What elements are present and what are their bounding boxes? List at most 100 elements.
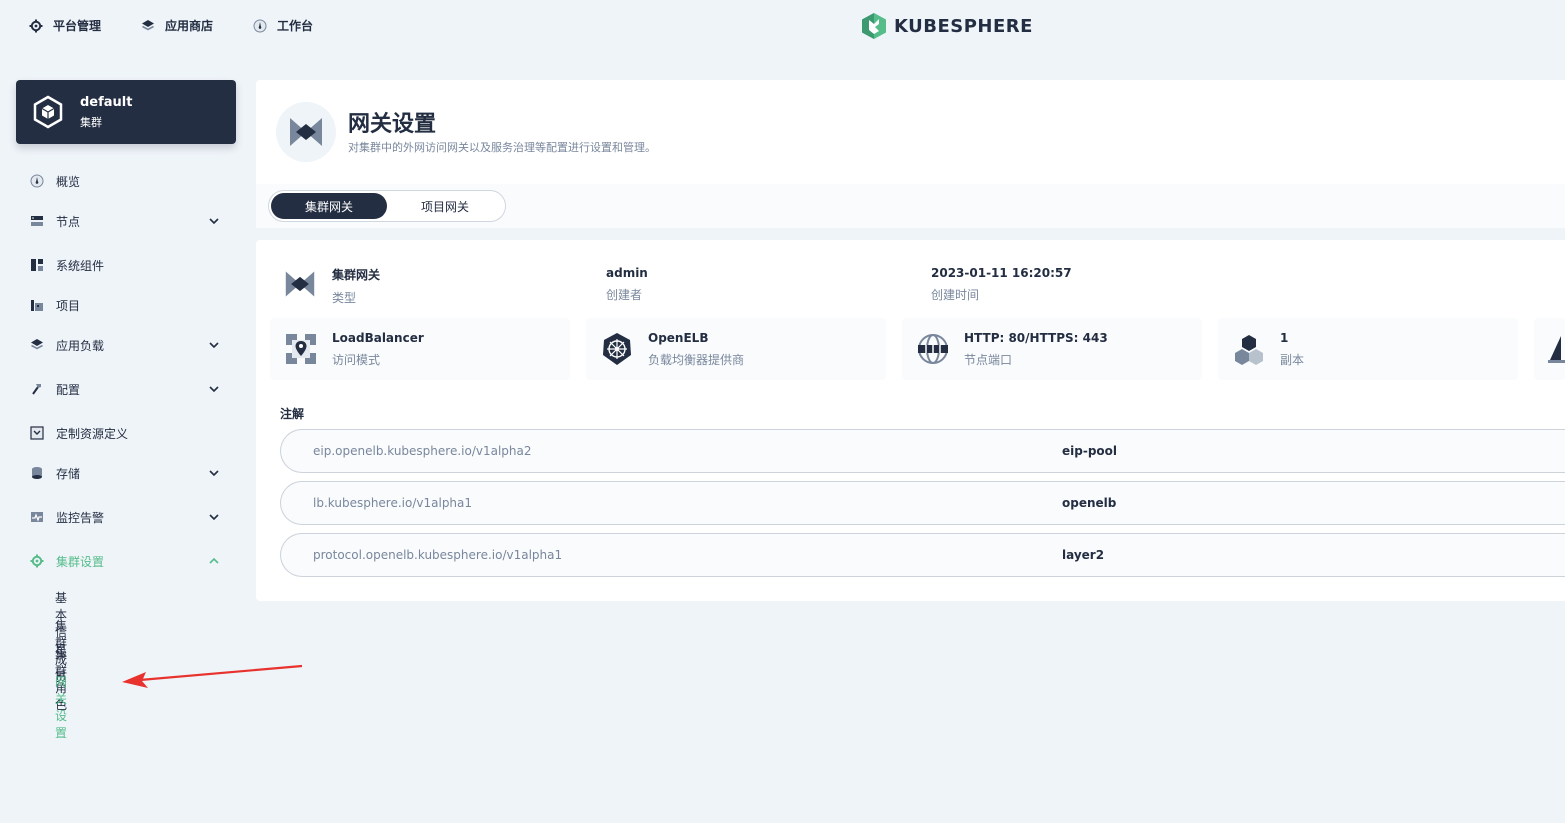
access-mode-info: LoadBalancer 访问模式 [332,331,424,368]
stat-access-mode: LoadBalancer 访问模式 [270,318,570,380]
sidebar-item-label: 项目 [56,298,81,313]
annotation-row: lb.kubesphere.io/v1alpha1 openelb [280,481,1565,525]
chevron-down-icon [209,386,219,393]
annotations-heading: 注解 [280,407,305,421]
sidebar-item-label: 定制资源定义 [56,426,129,441]
sidebar-item-label: 存储 [56,466,81,481]
sail-icon [1548,336,1565,363]
sidebar-item-label: 应用负载 [56,338,105,353]
sidebar-item-label: 节点 [56,214,81,229]
top-nav: 平台管理 应用商店 工作台 KUBESPHERE [0,0,1565,52]
nav-workbench[interactable]: 工作台 [253,17,313,34]
tabs-bar: 集群网关 项目网关 [256,184,1565,228]
sidebar-item-label: 集群设置 [56,554,105,569]
sidebar-item-overview[interactable]: 概览 [30,170,230,192]
globe-icon [918,334,948,364]
page-title: 网关设置 [348,112,437,137]
kubesphere-logo[interactable]: KUBESPHERE [861,12,1033,40]
gateway-type-value: 集群网关 [332,268,381,282]
nav-workbench-label: 工作台 [277,19,314,33]
tab-cluster-gateway[interactable]: 集群网关 [271,193,387,219]
annotation-row: protocol.openelb.kubesphere.io/v1alpha1 … [280,533,1565,577]
provider-info: OpenELB 负载均衡器提供商 [648,331,744,368]
gear-icon [29,19,43,32]
stat-replicas: 1 副本 [1218,318,1518,380]
crd-icon [30,426,44,440]
gateway-type-icon [285,271,315,297]
annotation-key: protocol.openelb.kubesphere.io/v1alpha1 [313,548,563,562]
chevron-down-icon [209,218,219,225]
cubes-icon [1235,335,1263,365]
sidebar-sub-gateway-settings[interactable]: 网关设置 [55,673,67,741]
provider-label: 负载均衡器提供商 [648,353,745,367]
sidebar-item-workloads[interactable]: 应用负载 [30,334,230,356]
created-time-value: 2023-01-11 16:20:57 [931,266,1072,280]
annotation-key: lb.kubesphere.io/v1alpha1 [313,496,473,510]
gateway-header-icon [276,102,336,162]
chevron-down-icon [209,514,219,521]
annotation-key: eip.openelb.kubesphere.io/v1alpha2 [313,444,532,458]
sidebar-item-crd[interactable]: 定制资源定义 [30,422,230,444]
cluster-name: default [80,94,133,110]
sidebar-item-label: 配置 [56,382,81,397]
annotation-row: eip.openelb.kubesphere.io/v1alpha2 eip-p… [280,429,1565,473]
project-icon [31,300,43,311]
created-time-label: 创建时间 [931,288,980,302]
layers-icon [142,19,154,30]
tab-project-gateway[interactable]: 项目网关 [387,193,503,219]
nav-appstore-label: 应用商店 [165,19,214,33]
chevron-down-icon [209,342,219,349]
nav-platform-management[interactable]: 平台管理 [29,17,101,34]
cluster-icon [33,95,63,129]
stat-provider: OpenELB 负载均衡器提供商 [586,318,886,380]
creator-label: 创建者 [606,288,643,302]
components-icon [31,259,43,271]
cluster-selector[interactable]: default 集群 [16,80,236,144]
sidebar-item-config[interactable]: 配置 [30,378,230,400]
database-icon [32,467,42,479]
dashboard-icon [30,174,44,188]
sidebar-item-label: 系统组件 [56,258,105,273]
sidebar-item-label: 监控告警 [56,510,105,525]
kubesphere-logo-icon [862,13,886,39]
gateway-creator: admin 创建者 [606,266,648,303]
access-mode-value: LoadBalancer [332,331,424,345]
stat-node-ports: HTTP: 80/HTTPS: 443 节点端口 [902,318,1202,380]
location-pin-icon [286,334,316,364]
gateway-created-time: 2023-01-11 16:20:57 创建时间 [931,266,1072,303]
access-mode-label: 访问模式 [332,353,381,367]
sidebar-item-projects[interactable]: 项目 [30,294,230,316]
helm-icon [603,333,631,365]
gateway-type-label: 类型 [332,291,357,305]
gateway-type: 集群网关 类型 [332,266,380,306]
sidebar-item-monitoring[interactable]: 监控告警 [30,506,230,528]
sidebar-item-nodes[interactable]: 节点 [30,210,230,232]
sidebar-item-components[interactable]: 系统组件 [30,254,230,276]
page-description: 对集群中的外网访问网关以及服务治理等配置进行设置和管理。 [348,141,656,154]
cluster-info: default 集群 [80,95,132,130]
hammer-icon [32,384,41,395]
node-ports-value: HTTP: 80/HTTPS: 443 [964,331,1108,345]
cluster-type: 集群 [80,115,102,129]
replicas-label: 副本 [1280,353,1305,367]
stat-more [1534,318,1565,380]
annotation-value: openelb [1062,496,1117,510]
gateway-tabs: 集群网关 项目网关 [268,190,506,222]
replicas-info: 1 副本 [1280,331,1304,368]
sidebar-item-label: 概览 [56,174,81,189]
annotation-value: eip-pool [1062,444,1118,458]
nav-app-store[interactable]: 应用商店 [141,17,213,34]
chevron-down-icon [209,470,219,477]
gateway-detail-card: 集群网关 类型 admin 创建者 2023-01-11 16:20:57 创建… [256,240,1565,601]
nav-platform-label: 平台管理 [53,19,102,33]
node-ports-info: HTTP: 80/HTTPS: 443 节点端口 [964,331,1108,368]
page-header: 网关设置 对集群中的外网访问网关以及服务治理等配置进行设置和管理。 [256,80,1565,184]
chevron-up-icon [209,557,219,564]
layers-icon [31,339,43,350]
replicas-value: 1 [1280,331,1289,345]
annotation-arrow [122,664,303,688]
sidebar-item-storage[interactable]: 存储 [30,462,230,484]
annotation-value: layer2 [1062,548,1105,562]
node-ports-label: 节点端口 [964,353,1013,367]
sidebar-item-cluster-settings[interactable]: 集群设置 [30,550,230,572]
